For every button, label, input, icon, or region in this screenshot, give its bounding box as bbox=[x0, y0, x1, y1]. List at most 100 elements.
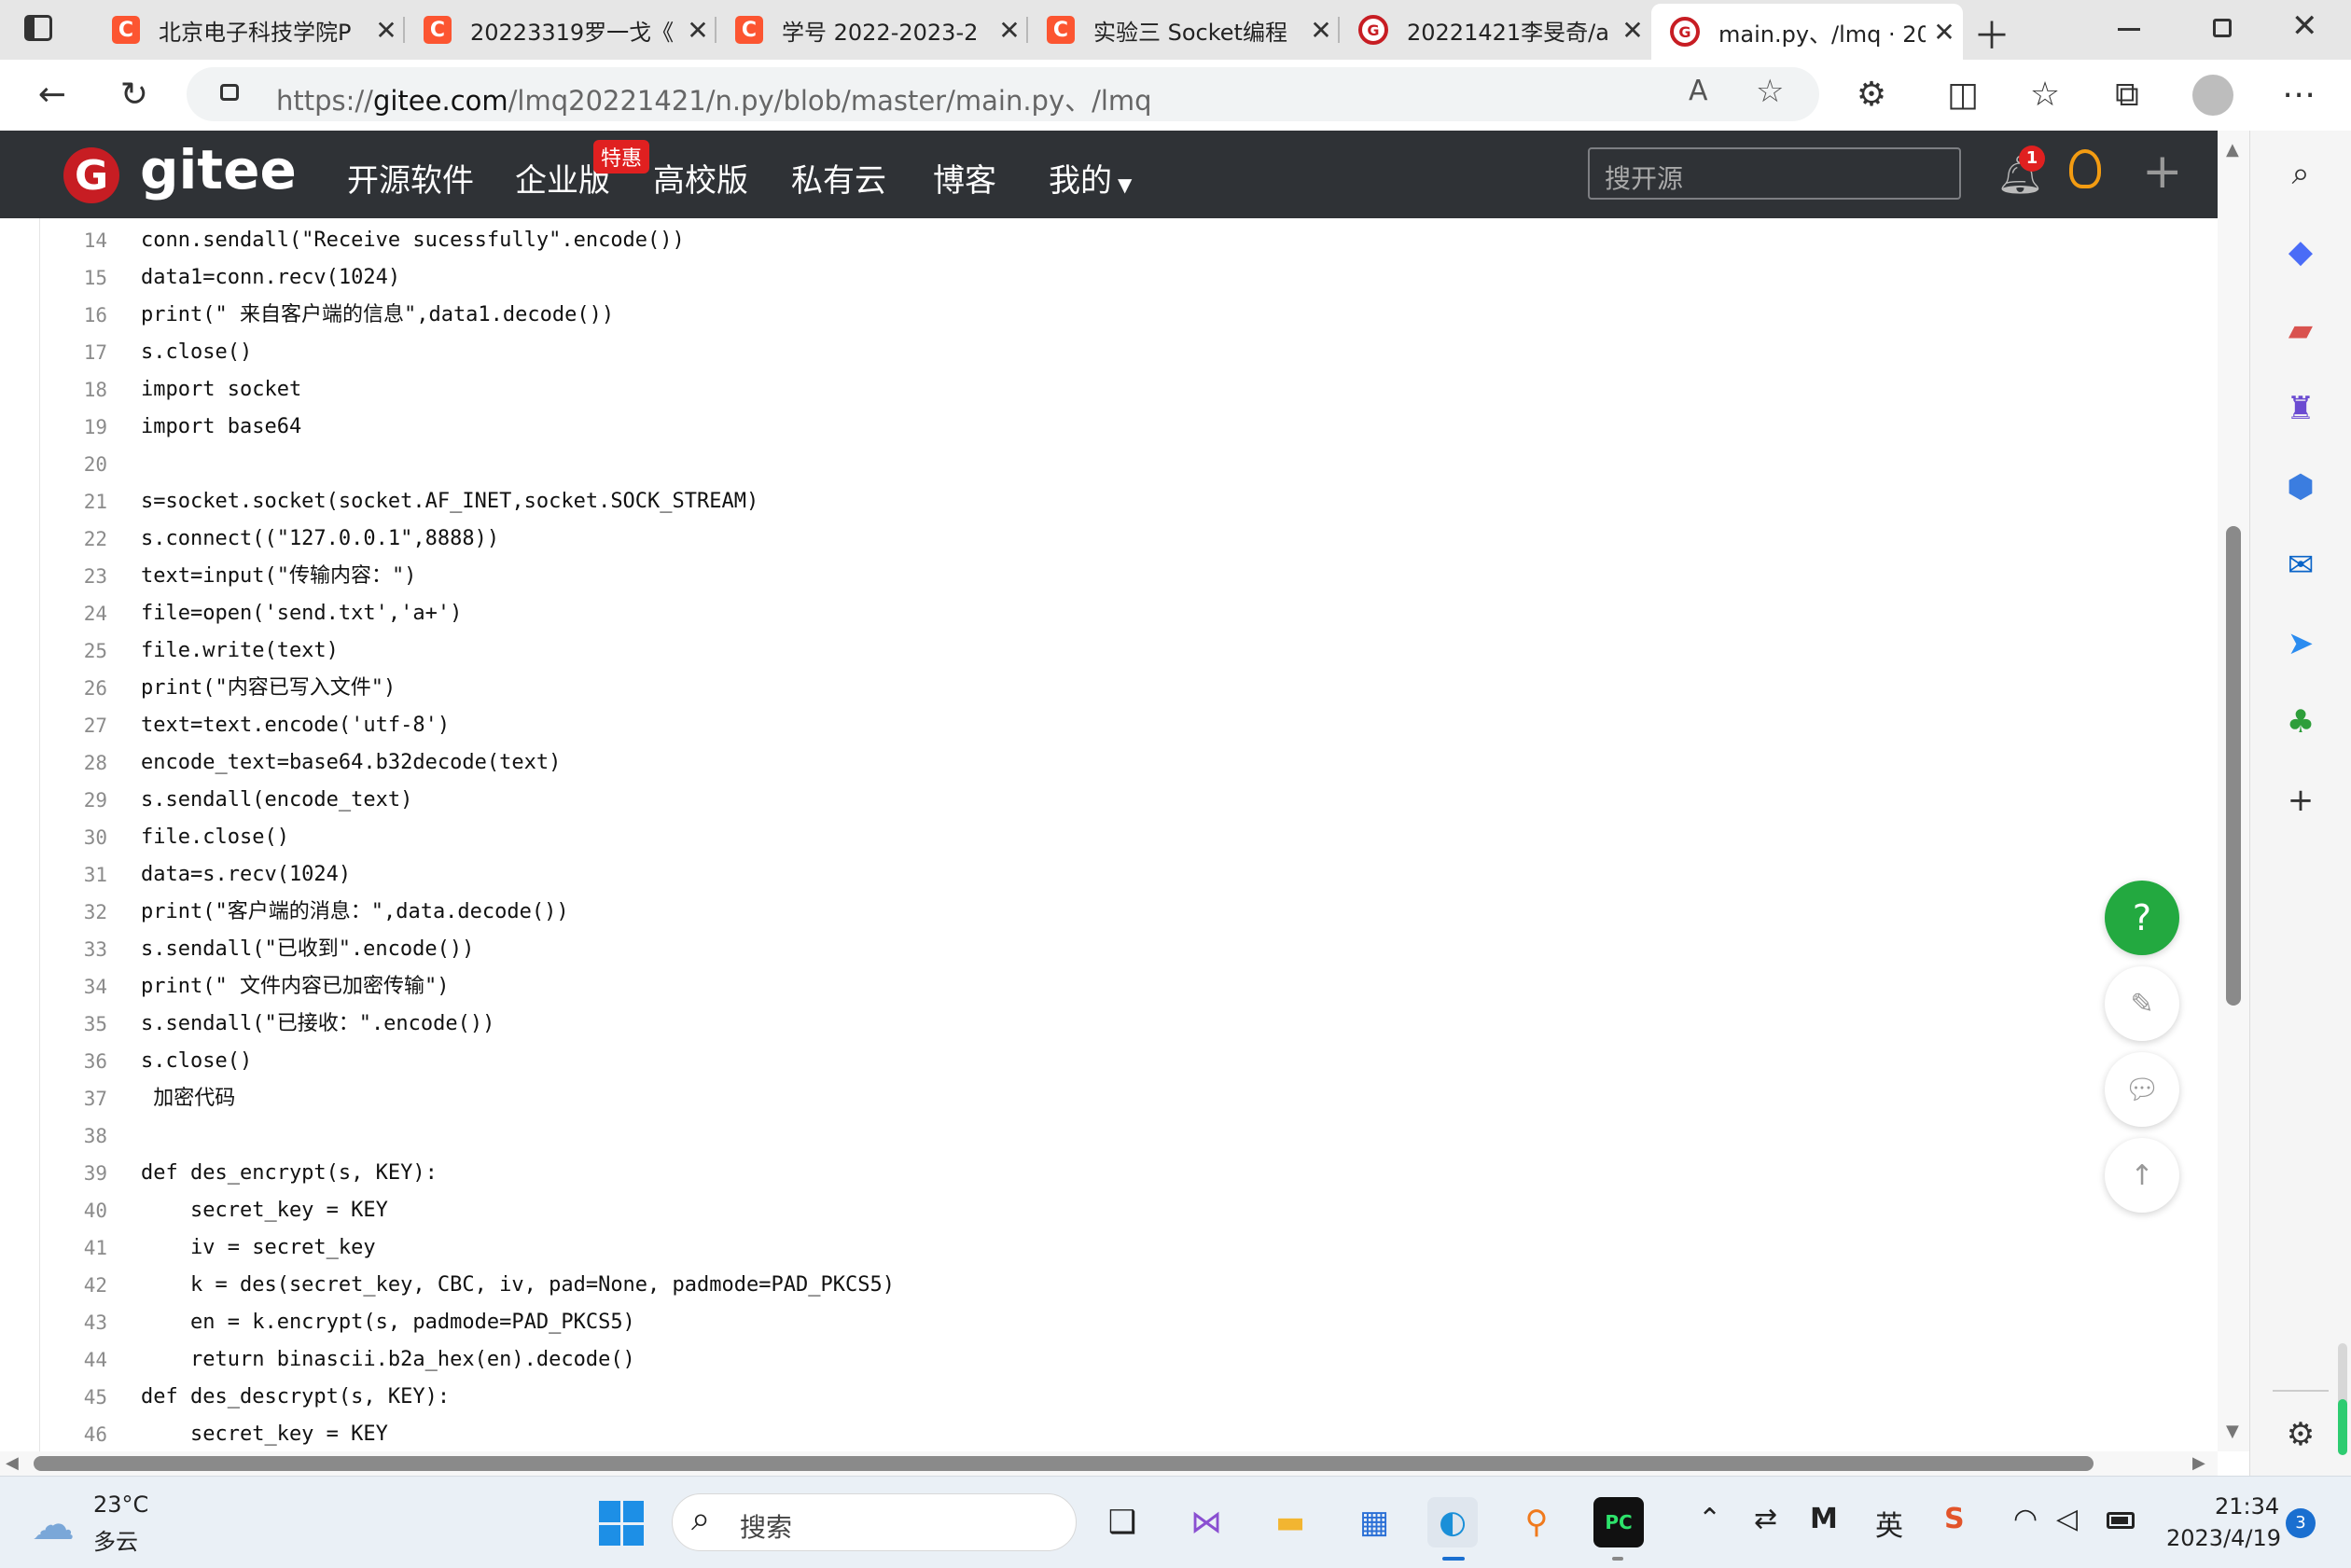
ime-mode-icon[interactable]: M bbox=[1810, 1503, 1838, 1535]
nav-blog[interactable]: 博客 bbox=[933, 155, 996, 201]
url-text[interactable]: https://gitee.com/lmq20221421/n.py/blob/… bbox=[276, 79, 1152, 118]
collections-icon[interactable]: ⧉ bbox=[2099, 60, 2155, 131]
line-number[interactable]: 28 bbox=[40, 744, 107, 782]
code-text[interactable]: file.close() bbox=[141, 819, 289, 856]
lightbulb-icon[interactable] bbox=[2069, 149, 2101, 188]
code-text[interactable]: s.sendall("已收到".encode()) bbox=[141, 931, 474, 968]
code-text[interactable]: data1=conn.recv(1024) bbox=[141, 259, 400, 297]
microsoft-store-icon[interactable]: ▦ bbox=[1349, 1497, 1399, 1547]
games-icon[interactable]: ♜ bbox=[2278, 386, 2323, 431]
toolbox-icon[interactable]: ▰ bbox=[2278, 308, 2323, 353]
browser-tab[interactable]: C 实验三 Socket编程 ✕ bbox=[1028, 0, 1340, 60]
favorites-icon[interactable]: ☆ bbox=[2017, 60, 2073, 131]
scroll-left-arrow-icon[interactable]: ◀ bbox=[6, 1453, 19, 1473]
refresh-icon[interactable]: ↻ bbox=[106, 60, 162, 131]
line-number[interactable]: 30 bbox=[40, 819, 107, 856]
line-number[interactable]: 15 bbox=[40, 259, 107, 297]
line-number[interactable]: 41 bbox=[40, 1229, 107, 1267]
plus-icon[interactable]: + bbox=[2142, 144, 2183, 200]
code-text[interactable]: import base64 bbox=[141, 409, 301, 446]
browser-tab[interactable]: G 20221421李旻奇/a ✕ bbox=[1340, 0, 1651, 60]
code-text[interactable]: secret_key = KEY bbox=[141, 1192, 388, 1229]
code-text[interactable]: s.sendall("已接收：".encode()) bbox=[141, 1006, 494, 1043]
read-aloud-icon[interactable]: A bbox=[1689, 75, 1708, 107]
line-number[interactable]: 20 bbox=[40, 446, 107, 483]
line-number[interactable]: 26 bbox=[40, 670, 107, 707]
address-bar[interactable]: https://gitee.com/lmq20221421/n.py/blob/… bbox=[187, 67, 1819, 121]
line-number[interactable]: 16 bbox=[40, 297, 107, 334]
code-text[interactable]: k = des(secret_key, CBC, iv, pad=None, p… bbox=[141, 1267, 895, 1304]
gitee-search-input[interactable]: 搜开源 bbox=[1588, 147, 1961, 200]
code-text[interactable]: import socket bbox=[141, 371, 301, 409]
line-number[interactable]: 46 bbox=[40, 1416, 107, 1451]
close-tab-icon[interactable]: ✕ bbox=[1614, 15, 1651, 46]
line-number[interactable]: 45 bbox=[40, 1379, 107, 1416]
wifi-icon[interactable]: ◠ bbox=[2013, 1503, 2038, 1535]
close-tab-icon[interactable]: ✕ bbox=[679, 15, 716, 46]
code-text[interactable]: file=open('send.txt','a+') bbox=[141, 595, 462, 632]
tag-icon[interactable]: ◆ bbox=[2278, 229, 2323, 274]
profile-avatar-icon[interactable] bbox=[2192, 75, 2233, 116]
line-number[interactable]: 38 bbox=[40, 1117, 107, 1155]
horizontal-scrollbar[interactable]: ◀ ▶ bbox=[0, 1451, 2218, 1476]
code-text[interactable]: print("内容已写入文件") bbox=[141, 670, 396, 707]
line-number[interactable]: 21 bbox=[40, 483, 107, 520]
line-number[interactable]: 17 bbox=[40, 334, 107, 371]
scroll-right-arrow-icon[interactable]: ▶ bbox=[2192, 1453, 2205, 1473]
task-view-icon[interactable]: ❑ bbox=[1097, 1497, 1148, 1547]
help-button[interactable]: ? bbox=[2105, 881, 2179, 955]
outlook-icon[interactable]: ✉ bbox=[2278, 543, 2323, 588]
line-number[interactable]: 22 bbox=[40, 520, 107, 558]
code-text[interactable]: text=text.encode('utf-8') bbox=[141, 707, 450, 744]
code-text[interactable]: file.write(text) bbox=[141, 632, 339, 670]
clock-time[interactable]: 21:34 bbox=[2215, 1493, 2279, 1519]
send-icon[interactable]: ➤ bbox=[2278, 621, 2323, 666]
line-number[interactable]: 18 bbox=[40, 371, 107, 409]
code-text[interactable]: iv = secret_key bbox=[141, 1229, 376, 1267]
line-number[interactable]: 43 bbox=[40, 1304, 107, 1341]
gear-icon[interactable]: ⚙ bbox=[2278, 1412, 2323, 1457]
sliders-icon[interactable]: ⇄ bbox=[1754, 1503, 1777, 1535]
line-number[interactable]: 24 bbox=[40, 595, 107, 632]
line-number[interactable]: 25 bbox=[40, 632, 107, 670]
line-number[interactable]: 34 bbox=[40, 968, 107, 1006]
line-number[interactable]: 27 bbox=[40, 707, 107, 744]
pycharm-icon[interactable]: PC bbox=[1593, 1497, 1644, 1547]
minimize-icon[interactable] bbox=[2118, 28, 2140, 31]
line-number[interactable]: 31 bbox=[40, 856, 107, 894]
weather-temp[interactable]: 23°C bbox=[93, 1492, 148, 1518]
weather-desc[interactable]: 多云 bbox=[93, 1523, 138, 1556]
edge-browser-icon[interactable]: ◐ bbox=[1427, 1497, 1478, 1547]
line-number[interactable]: 32 bbox=[40, 894, 107, 931]
notification-center-badge[interactable]: 3 bbox=[2286, 1508, 2316, 1538]
line-number[interactable]: 44 bbox=[40, 1341, 107, 1379]
visual-studio-icon[interactable]: ⋈ bbox=[1181, 1497, 1231, 1547]
code-text[interactable]: print(" 来自客户端的信息",data1.decode()) bbox=[141, 297, 614, 334]
battery-icon[interactable] bbox=[2107, 1512, 2135, 1529]
browser-tab[interactable]: C 北京电子科技学院P ✕ bbox=[93, 0, 405, 60]
line-number[interactable]: 33 bbox=[40, 931, 107, 968]
line-number[interactable]: 19 bbox=[40, 409, 107, 446]
scroll-down-arrow-icon[interactable]: ▼ bbox=[2226, 1422, 2239, 1441]
gitee-logo-icon[interactable]: G bbox=[63, 147, 119, 203]
nav-private-cloud[interactable]: 私有云 bbox=[791, 155, 886, 201]
code-text[interactable]: def des_encrypt(s, KEY): bbox=[141, 1155, 438, 1192]
sogou-ime-icon[interactable]: S bbox=[1944, 1503, 1965, 1535]
file-explorer-icon[interactable]: ▬ bbox=[1265, 1497, 1315, 1547]
nav-open-source[interactable]: 开源软件 bbox=[347, 155, 474, 201]
nav-education[interactable]: 高校版 bbox=[653, 155, 748, 201]
line-number[interactable]: 37 bbox=[40, 1080, 107, 1117]
lock-icon[interactable] bbox=[220, 84, 239, 101]
close-window-icon[interactable]: ✕ bbox=[2291, 7, 2318, 45]
line-number[interactable]: 36 bbox=[40, 1043, 107, 1080]
code-text[interactable]: 加密代码 bbox=[141, 1080, 235, 1117]
new-tab-icon[interactable]: ＋ bbox=[1968, 6, 2015, 58]
browser-tab[interactable]: C 20223319罗一戈《 ✕ bbox=[405, 0, 716, 60]
ime-language[interactable]: 英 bbox=[1875, 1503, 1903, 1544]
line-number[interactable]: 39 bbox=[40, 1155, 107, 1192]
code-text[interactable]: data=s.recv(1024) bbox=[141, 856, 351, 894]
windows-start-icon[interactable] bbox=[599, 1501, 644, 1546]
line-number[interactable]: 40 bbox=[40, 1192, 107, 1229]
close-tab-icon[interactable]: ✕ bbox=[1926, 17, 1963, 48]
close-tab-icon[interactable]: ✕ bbox=[1302, 15, 1340, 46]
